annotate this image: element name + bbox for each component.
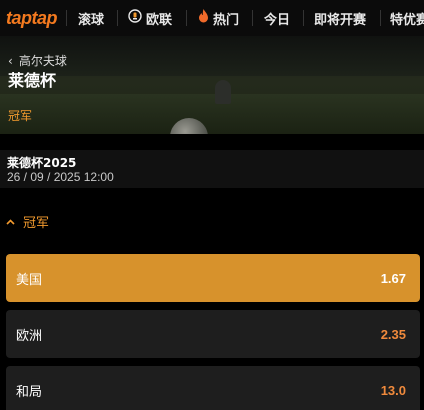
nav-item-specials[interactable]: 特优赛 bbox=[390, 0, 424, 36]
nav-item-label: 滚球 bbox=[78, 12, 105, 28]
nav-divider bbox=[117, 10, 118, 26]
trophy-icon bbox=[128, 9, 142, 27]
market-header[interactable]: 冠军 bbox=[6, 212, 49, 231]
odds-row[interactable]: 美国 1.67 bbox=[6, 254, 420, 302]
top-nav: taptap 滚球 欧联 热门 今日 即将开赛 特优赛 bbox=[0, 0, 424, 36]
page-title: 莱德杯 bbox=[8, 71, 57, 90]
nav-divider bbox=[66, 10, 67, 26]
selection-name: 美国 bbox=[16, 272, 43, 288]
nav-item-label: 今日 bbox=[264, 12, 291, 28]
nav-item-hot[interactable]: 热门 bbox=[198, 0, 239, 36]
nav-item-label: 热门 bbox=[213, 12, 240, 28]
chevron-left-icon: ‹ bbox=[8, 53, 13, 68]
nav-item-europa[interactable]: 欧联 bbox=[128, 0, 172, 36]
nav-item-label: 欧联 bbox=[146, 12, 173, 28]
selection-name: 欧洲 bbox=[16, 328, 43, 344]
nav-divider bbox=[186, 10, 187, 26]
odds-row[interactable]: 和局 13.0 bbox=[6, 366, 420, 410]
selection-name: 和局 bbox=[16, 384, 43, 400]
event-name: 莱德杯2025 bbox=[7, 156, 77, 170]
nav-item-live[interactable]: 滚球 bbox=[78, 0, 104, 36]
nav-divider bbox=[252, 10, 253, 26]
event-info: 莱德杯2025 26 / 09 / 2025 12:00 bbox=[0, 150, 424, 188]
golf-pin-image bbox=[215, 80, 231, 104]
nav-item-label: 特优赛 bbox=[390, 12, 424, 28]
odds-row[interactable]: 欧洲 2.35 bbox=[6, 310, 420, 358]
chevron-up-icon bbox=[6, 215, 15, 228]
nav-item-label: 即将开赛 bbox=[314, 12, 367, 28]
page-subtitle: 冠军 bbox=[8, 109, 33, 123]
hero-banner: ‹ 高尔夫球 莱德杯 冠军 bbox=[0, 36, 424, 134]
hero-grass bbox=[0, 94, 424, 134]
nav-divider bbox=[303, 10, 304, 26]
fire-icon bbox=[198, 9, 209, 27]
brand-logo[interactable]: taptap bbox=[6, 8, 58, 29]
selection-odds: 1.67 bbox=[380, 270, 406, 286]
event-date: 26 / 09 / 2025 12:00 bbox=[7, 170, 114, 184]
selection-odds: 13.0 bbox=[380, 382, 406, 398]
nav-item-upcoming[interactable]: 即将开赛 bbox=[314, 0, 366, 36]
selection-odds: 2.35 bbox=[380, 326, 406, 342]
nav-item-today[interactable]: 今日 bbox=[264, 0, 290, 36]
nav-divider bbox=[380, 10, 381, 26]
market-title: 冠军 bbox=[23, 216, 50, 231]
